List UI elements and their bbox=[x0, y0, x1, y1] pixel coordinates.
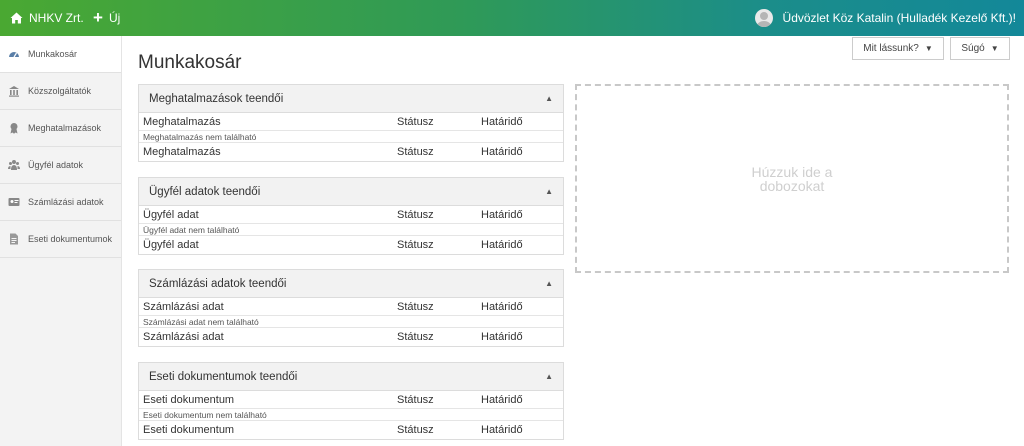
help-button-label: Súgó bbox=[961, 43, 985, 54]
sidebar: Munkakosár Közszolgáltatók Meghatalmazás… bbox=[0, 36, 122, 446]
column-header: Státusz bbox=[397, 208, 434, 221]
column-header: Határidő bbox=[481, 331, 523, 343]
user-greeting: Üdvözlet Köz Katalin (Hulladék Kezelő Kf… bbox=[782, 11, 1016, 25]
sidebar-item-label: Számlázási adatok bbox=[28, 197, 104, 207]
view-button-label: Mit lássunk? bbox=[863, 43, 919, 54]
empty-text: Számlázási adat nem található bbox=[143, 316, 259, 327]
column-header: Státusz bbox=[397, 393, 434, 406]
panel-header[interactable]: Számlázási adatok teendői ▲ bbox=[139, 270, 563, 298]
plus-icon: + bbox=[93, 8, 103, 27]
column-header: Státusz bbox=[397, 424, 434, 436]
users-icon bbox=[8, 160, 20, 170]
panel-title: Ügyfél adatok teendői bbox=[149, 185, 261, 198]
sidebar-item-label: Eseti dokumentumok bbox=[28, 234, 113, 244]
panel-eseti-dokumentumok: Eseti dokumentumok teendői ▲ Eseti dokum… bbox=[138, 362, 564, 440]
column-header: Számlázási adat bbox=[143, 300, 224, 313]
table-footer-row: Meghatalmazás Státusz Határidő bbox=[139, 143, 563, 161]
column-header: Státusz bbox=[397, 239, 434, 251]
empty-text: Ügyfél adat nem található bbox=[143, 224, 240, 235]
drop-zone[interactable]: Húzzuk ide a dobozokat bbox=[575, 84, 1009, 273]
column-header: Státusz bbox=[397, 300, 434, 313]
empty-message: Számlázási adat nem található bbox=[139, 316, 563, 328]
certificate-icon bbox=[10, 123, 18, 134]
table-header-row: Számlázási adat Státusz Határidő bbox=[139, 298, 563, 316]
drop-zone-line2: dobozokat bbox=[759, 177, 825, 194]
table-header-row: Meghatalmazás Státusz Határidő bbox=[139, 113, 563, 131]
document-icon bbox=[10, 233, 18, 245]
view-dropdown-button[interactable]: Mit lássunk? ▼ bbox=[852, 37, 944, 60]
collapse-icon[interactable]: ▲ bbox=[545, 279, 553, 288]
column-header: Ügyfél adat bbox=[143, 208, 199, 221]
table-footer-row: Ügyfél adat Státusz Határidő bbox=[139, 236, 563, 254]
sidebar-item-munkakosar[interactable]: Munkakosár bbox=[0, 36, 121, 73]
panel-header[interactable]: Ügyfél adatok teendői ▲ bbox=[139, 178, 563, 206]
sidebar-item-label: Közszolgáltatók bbox=[28, 86, 92, 96]
sidebar-item-label: Meghatalmazások bbox=[28, 123, 102, 133]
new-button[interactable]: + Új bbox=[93, 8, 121, 27]
panel-szamlazasi-adatok: Számlázási adatok teendői ▲ Számlázási a… bbox=[138, 269, 564, 347]
top-navbar: NHKV Zrt. + Új Üdvözlet Köz Katalin (Hul… bbox=[0, 0, 1024, 36]
panel-header[interactable]: Eseti dokumentumok teendői ▲ bbox=[139, 363, 563, 391]
table-footer-row: Eseti dokumentum Státusz Határidő bbox=[139, 421, 563, 439]
sidebar-item-kozszolgaltatok[interactable]: Közszolgáltatók bbox=[0, 73, 121, 110]
table-header-row: Eseti dokumentum Státusz Határidő bbox=[139, 391, 563, 409]
column-header: Ügyfél adat bbox=[143, 239, 199, 251]
column-header: Meghatalmazás bbox=[143, 115, 221, 128]
column-header: Határidő bbox=[481, 208, 523, 221]
home-link[interactable]: NHKV Zrt. bbox=[10, 11, 84, 25]
column-header: Eseti dokumentum bbox=[143, 424, 235, 436]
column-header: Meghatalmazás bbox=[143, 146, 221, 158]
column-header: Határidő bbox=[481, 146, 523, 158]
invoice-icon bbox=[8, 198, 20, 206]
column-header: Határidő bbox=[481, 393, 523, 406]
sidebar-item-label: Ügyfél adatok bbox=[28, 160, 84, 170]
column-header: Eseti dokumentum bbox=[143, 393, 235, 406]
panel-title: Eseti dokumentumok teendői bbox=[149, 370, 298, 383]
dashboard-icon bbox=[9, 52, 19, 58]
collapse-icon[interactable]: ▲ bbox=[545, 94, 553, 103]
column-header: Határidő bbox=[481, 424, 523, 436]
page-title: Munkakosár bbox=[138, 52, 242, 73]
empty-text: Meghatalmazás nem található bbox=[143, 131, 257, 142]
sidebar-item-eseti-dokumentumok[interactable]: Eseti dokumentumok bbox=[0, 221, 121, 258]
sidebar-item-szamlazasi-adatok[interactable]: Számlázási adatok bbox=[0, 184, 121, 221]
user-menu[interactable]: Üdvözlet Köz Katalin (Hulladék Kezelő Kf… bbox=[754, 9, 1016, 27]
column-header: Határidő bbox=[481, 115, 523, 128]
empty-message: Ügyfél adat nem található bbox=[139, 224, 563, 236]
help-dropdown-button[interactable]: Súgó ▼ bbox=[950, 37, 1010, 60]
empty-message: Meghatalmazás nem található bbox=[139, 131, 563, 143]
sidebar-item-ugyfel-adatok[interactable]: Ügyfél adatok bbox=[0, 147, 121, 184]
drop-zone-line1: Húzzuk ide a bbox=[751, 163, 833, 180]
column-header: Határidő bbox=[481, 300, 523, 313]
collapse-icon[interactable]: ▲ bbox=[545, 372, 553, 381]
building-icon bbox=[9, 86, 19, 97]
column-header: Státusz bbox=[397, 146, 434, 158]
caret-down-icon: ▼ bbox=[924, 44, 933, 53]
panel-title: Számlázási adatok teendői bbox=[149, 277, 287, 290]
panel-title: Meghatalmazások teendői bbox=[149, 92, 284, 105]
sidebar-item-label: Munkakosár bbox=[28, 49, 78, 59]
panel-ugyfel-adatok: Ügyfél adatok teendői ▲ Ügyfél adat Stát… bbox=[138, 177, 564, 255]
new-label: Új bbox=[108, 11, 121, 25]
column-header: Határidő bbox=[481, 239, 523, 251]
empty-message: Eseti dokumentum nem található bbox=[139, 409, 563, 421]
panel-meghatalmazasok: Meghatalmazások teendői ▲ Meghatalmazás … bbox=[138, 84, 564, 162]
brand-name: NHKV Zrt. bbox=[29, 11, 84, 25]
avatar bbox=[754, 9, 773, 27]
caret-down-icon: ▼ bbox=[990, 44, 999, 53]
column-header: Státusz bbox=[397, 115, 434, 128]
empty-text: Eseti dokumentum nem található bbox=[143, 409, 267, 420]
collapse-icon[interactable]: ▲ bbox=[545, 187, 553, 196]
panel-header[interactable]: Meghatalmazások teendői ▲ bbox=[139, 85, 563, 113]
sidebar-item-meghatalmazasok[interactable]: Meghatalmazások bbox=[0, 110, 121, 147]
home-icon bbox=[10, 12, 23, 24]
column-header: Számlázási adat bbox=[143, 331, 224, 343]
table-header-row: Ügyfél adat Státusz Határidő bbox=[139, 206, 563, 224]
table-footer-row: Számlázási adat Státusz Határidő bbox=[139, 328, 563, 346]
column-header: Státusz bbox=[397, 331, 434, 343]
